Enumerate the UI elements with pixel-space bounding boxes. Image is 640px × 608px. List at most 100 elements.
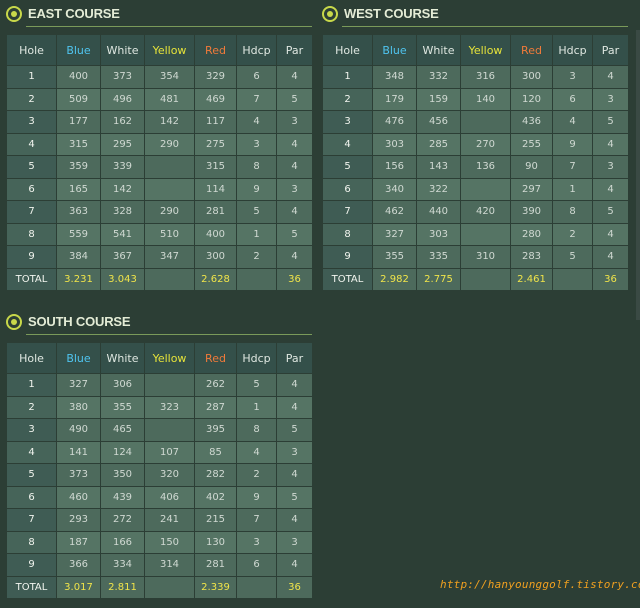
table-row: 5 373 350 320 282 2 4 xyxy=(6,463,313,487)
cell-red: 395 xyxy=(194,418,237,442)
total-yellow xyxy=(460,267,511,291)
cell-white: 332 xyxy=(416,65,461,89)
east-course-table: Hole Blue White Yellow Red Hdcp Par 1 400 373 354 3… xyxy=(6,34,313,291)
table-row: 5 359 339 315 8 4 xyxy=(6,155,313,179)
cell-par: 4 xyxy=(276,463,313,487)
table-row: 4 303 285 270 255 9 4 xyxy=(322,132,629,156)
scrollbar[interactable] xyxy=(636,30,640,320)
table-row: 6 460 439 406 402 9 5 xyxy=(6,485,313,509)
hole-number: 5 xyxy=(6,155,57,179)
table-row: 7 293 272 241 215 7 4 xyxy=(6,508,313,532)
total-row: TOTAL 3.231 3.043 2.628 36 xyxy=(6,267,313,291)
cell-hdcp: 2 xyxy=(236,463,277,487)
column-header-red: Red xyxy=(194,342,237,374)
column-header-par: Par xyxy=(592,34,629,66)
table-row: 1 327 306 262 5 4 xyxy=(6,373,313,397)
table-row: 3 177 162 142 117 4 3 xyxy=(6,110,313,134)
column-header-white: White xyxy=(100,342,145,374)
cell-blue: 293 xyxy=(56,508,101,532)
cell-par: 4 xyxy=(276,200,313,224)
column-header-hdcp: Hdcp xyxy=(236,342,277,374)
total-white: 3.043 xyxy=(100,267,145,291)
hole-number: 8 xyxy=(6,530,57,554)
east-course-section: EAST COURSE xyxy=(6,4,312,28)
cell-par: 5 xyxy=(276,222,313,246)
cell-yellow: 107 xyxy=(144,440,195,464)
cell-par: 5 xyxy=(592,110,629,134)
cell-par: 3 xyxy=(276,110,313,134)
cell-yellow: 290 xyxy=(144,132,195,156)
cell-red: 400 xyxy=(194,222,237,246)
total-blue: 3.017 xyxy=(56,575,101,599)
cell-white: 339 xyxy=(100,155,145,179)
cell-par: 5 xyxy=(276,418,313,442)
cell-blue: 348 xyxy=(372,65,417,89)
cell-blue: 366 xyxy=(56,553,101,577)
cell-hdcp: 4 xyxy=(236,110,277,134)
cell-blue: 327 xyxy=(372,222,417,246)
cell-red: 283 xyxy=(510,245,553,269)
title-divider xyxy=(342,26,628,27)
cell-red: 215 xyxy=(194,508,237,532)
table-row: 9 366 334 314 281 6 4 xyxy=(6,553,313,577)
table-row: 4 315 295 290 275 3 4 xyxy=(6,132,313,156)
cell-white: 439 xyxy=(100,485,145,509)
column-header-yellow: Yellow xyxy=(144,34,195,66)
hole-number: 8 xyxy=(322,222,373,246)
total-row: TOTAL 3.017 2.811 2.339 36 xyxy=(6,575,313,599)
cell-hdcp: 7 xyxy=(236,508,277,532)
cell-yellow: 320 xyxy=(144,463,195,487)
cell-par: 4 xyxy=(276,373,313,397)
cell-hdcp: 2 xyxy=(236,245,277,269)
south-course-header: SOUTH COURSE xyxy=(6,312,312,336)
cell-blue: 462 xyxy=(372,200,417,224)
hole-number: 6 xyxy=(6,485,57,509)
cell-blue: 355 xyxy=(372,245,417,269)
cell-blue: 400 xyxy=(56,65,101,89)
cell-blue: 509 xyxy=(56,87,101,111)
cell-white: 541 xyxy=(100,222,145,246)
hole-number: 1 xyxy=(6,65,57,89)
cell-red: 117 xyxy=(194,110,237,134)
cell-yellow xyxy=(460,222,511,246)
cell-blue: 460 xyxy=(56,485,101,509)
cell-hdcp: 7 xyxy=(552,155,593,179)
total-row: TOTAL 2.982 2.775 2.461 36 xyxy=(322,267,629,291)
hole-number: 9 xyxy=(6,553,57,577)
hole-number: 7 xyxy=(322,200,373,224)
total-blue: 2.982 xyxy=(372,267,417,291)
cell-par: 4 xyxy=(276,155,313,179)
cell-white: 373 xyxy=(100,65,145,89)
cell-white: 306 xyxy=(100,373,145,397)
cell-blue: 315 xyxy=(56,132,101,156)
table-row: 8 559 541 510 400 1 5 xyxy=(6,222,313,246)
south-course-table: Hole Blue White Yellow Red Hdcp Par 1 327 306 262 5… xyxy=(6,342,313,599)
cell-white: 440 xyxy=(416,200,461,224)
cell-white: 367 xyxy=(100,245,145,269)
cell-blue: 187 xyxy=(56,530,101,554)
cell-red: 90 xyxy=(510,155,553,179)
column-header-white: White xyxy=(100,34,145,66)
course-title: SOUTH COURSE xyxy=(28,314,131,329)
cell-blue: 490 xyxy=(56,418,101,442)
circle-bullet-icon xyxy=(322,6,338,22)
cell-yellow: 310 xyxy=(460,245,511,269)
cell-par: 5 xyxy=(276,485,313,509)
column-header-red: Red xyxy=(510,34,553,66)
column-header-hole: Hole xyxy=(322,34,373,66)
cell-par: 5 xyxy=(276,87,313,111)
cell-white: 322 xyxy=(416,177,461,201)
cell-par: 3 xyxy=(592,155,629,179)
course-title: EAST COURSE xyxy=(28,6,120,21)
table-row: 5 156 143 136 90 7 3 xyxy=(322,155,629,179)
cell-white: 166 xyxy=(100,530,145,554)
west-course-header: WEST COURSE xyxy=(322,4,628,28)
cell-blue: 303 xyxy=(372,132,417,156)
cell-blue: 384 xyxy=(56,245,101,269)
cell-white: 328 xyxy=(100,200,145,224)
cell-par: 3 xyxy=(276,177,313,201)
cell-white: 159 xyxy=(416,87,461,111)
cell-blue: 177 xyxy=(56,110,101,134)
hole-number: 3 xyxy=(322,110,373,134)
cell-yellow: 510 xyxy=(144,222,195,246)
